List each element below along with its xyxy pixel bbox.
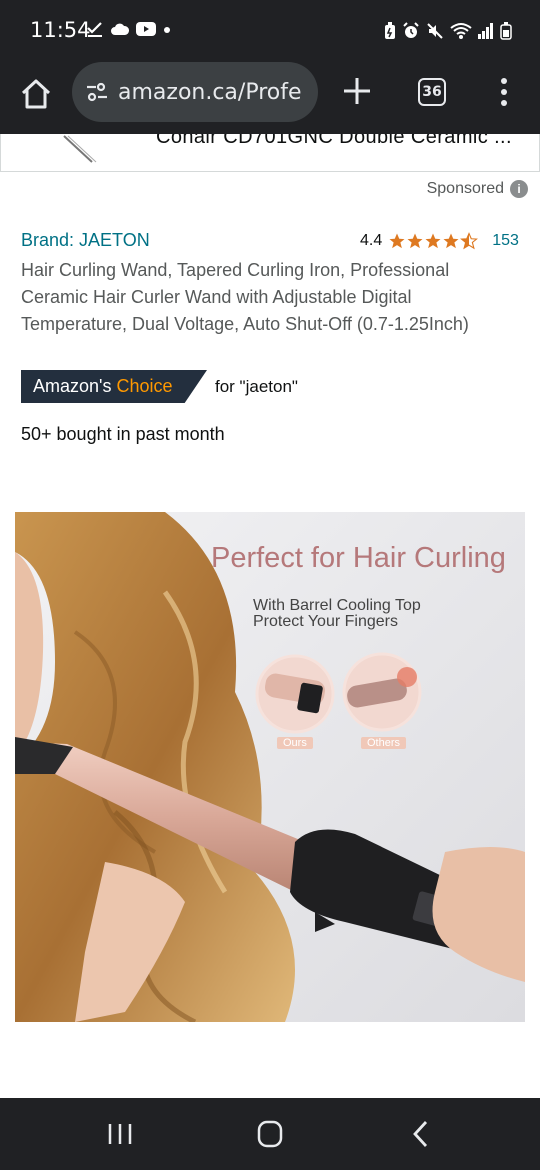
status-time: 11:54: [30, 18, 91, 42]
image-subtitle-line1: With Barrel Cooling Top: [253, 597, 421, 614]
amazons-choice-badge: Amazon's Choice for "jaeton": [21, 370, 298, 403]
rating-summary[interactable]: 4.4 153: [360, 232, 519, 250]
star-full-icon: [425, 233, 441, 249]
previous-product-strip[interactable]: Conair CD701GNC Double Ceramic ...: [0, 134, 540, 174]
tab-switcher-button[interactable]: 36: [418, 78, 446, 106]
previous-product-title[interactable]: Conair CD701GNC Double Ceramic ...: [156, 134, 512, 149]
recent-apps-icon[interactable]: [102, 1118, 138, 1150]
choice-query: for "jaeton": [215, 376, 298, 396]
rating-count[interactable]: 153: [492, 232, 519, 250]
cloud-icon: [111, 23, 130, 35]
mute-icon: [427, 23, 443, 39]
dot-icon: [164, 27, 170, 33]
status-left-icons: [86, 20, 172, 38]
star-full-icon: [443, 233, 459, 249]
site-settings-icon[interactable]: [84, 79, 110, 105]
signal-icon: [478, 23, 493, 39]
rating-value: 4.4: [360, 232, 383, 249]
more-menu-icon[interactable]: [496, 76, 512, 108]
bought-count: 50+ bought in past month: [21, 424, 225, 444]
home-icon[interactable]: [18, 76, 54, 112]
star-full-icon: [389, 233, 405, 249]
battery-icon: [500, 22, 512, 40]
sponsored-text: Sponsored: [426, 180, 504, 197]
url-text[interactable]: amazon.ca/Profe: [118, 80, 308, 105]
brand-link[interactable]: Brand: JAETON: [21, 230, 150, 251]
address-bar[interactable]: amazon.ca/Profe: [72, 62, 318, 122]
wifi-icon: [450, 23, 472, 39]
check-download-icon: [87, 22, 102, 37]
product-photo-illustration: [15, 512, 525, 1022]
sponsored-label[interactable]: Sponsored i: [427, 180, 528, 198]
image-label-others: Others: [361, 737, 407, 749]
star-half-icon: [460, 232, 479, 250]
battery-saver-icon: [385, 22, 395, 39]
system-navigation-bar: [0, 1098, 540, 1170]
image-headline: Perfect for Hair Curling: [211, 542, 506, 574]
previous-product-thumbnail[interactable]: [60, 134, 100, 164]
star-rating: [388, 232, 479, 250]
image-subtitle: With Barrel Cooling Top Protect Your Fin…: [253, 598, 421, 630]
choice-word: Choice: [116, 376, 173, 396]
home-nav-icon[interactable]: [252, 1118, 288, 1150]
choice-prefix: Amazon's: [33, 376, 112, 396]
choice-badge-box: Amazon's Choice: [21, 370, 207, 403]
youtube-icon: [136, 22, 156, 36]
image-subtitle-line2: Protect Your Fingers: [253, 613, 398, 630]
image-label-ours: Ours: [277, 737, 313, 749]
info-icon[interactable]: i: [510, 180, 528, 198]
star-full-icon: [407, 233, 423, 249]
status-right-icons: [384, 22, 512, 40]
new-tab-icon[interactable]: [340, 74, 374, 108]
product-title[interactable]: Hair Curling Wand, Tapered Curling Iron,…: [21, 257, 516, 338]
browser-toolbar: amazon.ca/Profe 36: [0, 62, 540, 134]
back-icon[interactable]: [404, 1118, 440, 1150]
status-bar: 11:54: [0, 0, 540, 62]
alarm-icon: [403, 22, 419, 38]
product-image[interactable]: Perfect for Hair Curling With Barrel Coo…: [15, 512, 525, 1022]
